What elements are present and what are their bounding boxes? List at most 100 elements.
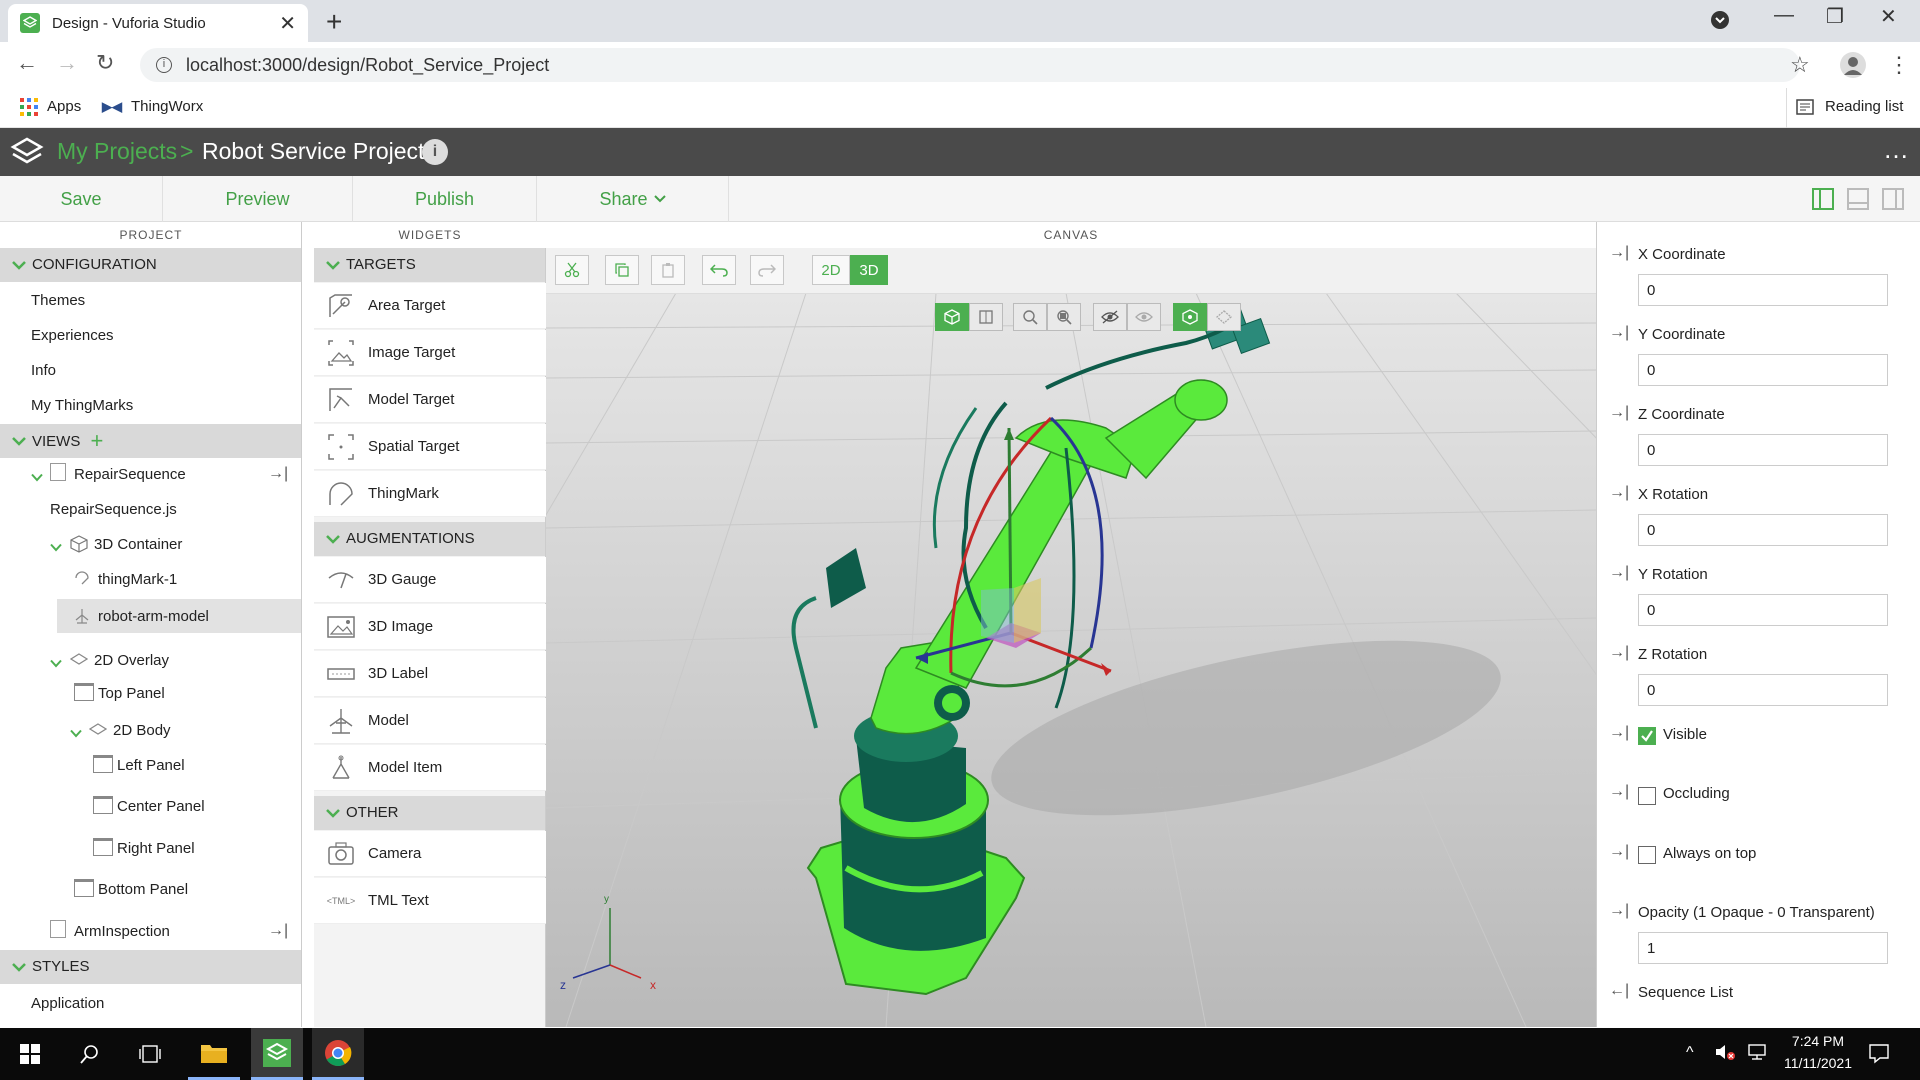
z-rotation-input[interactable] [1638, 674, 1888, 706]
bookmark-apps[interactable]: Apps [47, 98, 81, 115]
minimize-icon[interactable]: — [1774, 4, 1794, 27]
copy-icon[interactable] [605, 255, 639, 285]
bind-arrow-icon[interactable]: →| [1609, 843, 1629, 861]
y-rotation-input[interactable] [1638, 594, 1888, 626]
redo-icon[interactable] [750, 255, 784, 285]
search-icon[interactable] [64, 1028, 116, 1080]
tree-repair-sequence[interactable]: RepairSequence [74, 466, 186, 483]
navigate-view-icon[interactable]: →| [268, 465, 288, 483]
x-rotation-input[interactable] [1638, 514, 1888, 546]
styles-section[interactable]: STYLES [0, 950, 301, 984]
tree-bottom-panel[interactable]: Bottom Panel [98, 881, 188, 898]
back-icon[interactable]: ← [16, 50, 38, 76]
config-item-info[interactable]: Info [31, 362, 56, 379]
browser-tab[interactable]: Design - Vuforia Studio ✕ [8, 4, 308, 42]
vuforia-logo-icon[interactable] [10, 136, 44, 175]
chevron-down-icon[interactable] [50, 539, 62, 557]
browser-menu-icon[interactable]: ⋮ [1888, 52, 1910, 78]
profile-avatar[interactable] [1840, 52, 1866, 78]
bookmark-thingworx[interactable]: ThingWorx [131, 98, 203, 115]
widget-3d-label[interactable]: 3D Label [314, 651, 546, 697]
configuration-section[interactable]: CONFIGURATION [0, 248, 301, 282]
bind-arrow-icon[interactable]: →| [1609, 724, 1629, 742]
tree-left-panel[interactable]: Left Panel [117, 757, 185, 774]
z-coordinate-input[interactable] [1638, 434, 1888, 466]
add-view-icon[interactable]: + [91, 428, 104, 453]
tab-close-icon[interactable]: ✕ [279, 11, 296, 36]
config-item-experiences[interactable]: Experiences [31, 327, 114, 344]
tree-2d-body[interactable]: 2D Body [113, 722, 171, 739]
view-bounds-button[interactable] [969, 303, 1003, 331]
bind-arrow-icon[interactable]: →| [1609, 783, 1629, 801]
tree-thingmark[interactable]: thingMark-1 [98, 571, 177, 588]
widget-image-target[interactable]: Image Target [314, 330, 546, 376]
reading-list[interactable]: Reading list [1825, 98, 1903, 115]
opacity-input[interactable] [1638, 932, 1888, 964]
site-info-icon[interactable]: i [156, 57, 172, 73]
bind-arrow-icon[interactable]: →| [1609, 644, 1629, 662]
widget-model-item[interactable]: Model Item [314, 745, 546, 791]
breadcrumb-my-projects[interactable]: My Projects [57, 138, 177, 165]
widget-3d-gauge[interactable]: 3D Gauge [314, 557, 546, 603]
mode-3d-button[interactable]: 3D [850, 255, 888, 285]
augmentations-section[interactable]: AUGMENTATIONS [314, 522, 545, 556]
chrome-icon[interactable] [312, 1028, 364, 1080]
reload-icon[interactable]: ↻ [96, 50, 114, 76]
tree-2d-overlay[interactable]: 2D Overlay [94, 652, 169, 669]
cut-icon[interactable] [555, 255, 589, 285]
hide-icon[interactable] [1093, 303, 1127, 331]
targets-section[interactable]: TARGETS [314, 248, 545, 282]
zoom-selected-icon[interactable] [1047, 303, 1081, 331]
chevron-down-icon[interactable] [70, 725, 82, 743]
bind-arrow-icon[interactable]: →| [1609, 902, 1629, 920]
x-coordinate-input[interactable] [1638, 274, 1888, 306]
forward-icon[interactable]: → [56, 50, 78, 76]
config-item-thingmarks[interactable]: My ThingMarks [31, 397, 133, 414]
save-button[interactable]: Save [0, 176, 163, 222]
views-section[interactable]: VIEWS + [0, 424, 301, 458]
styles-application[interactable]: Application [31, 995, 104, 1012]
isolate-icon[interactable] [1173, 303, 1207, 331]
widget-thingmark[interactable]: ThingMark [314, 471, 546, 517]
layout-bottom-panel-icon[interactable] [1847, 188, 1869, 215]
reading-list-icon[interactable] [1796, 98, 1814, 120]
maximize-icon[interactable]: ❐ [1826, 4, 1844, 29]
chevron-down-icon[interactable] [31, 469, 43, 487]
bookmark-star-icon[interactable]: ☆ [1790, 52, 1810, 78]
share-button[interactable]: Share [537, 176, 729, 222]
tree-center-panel[interactable]: Center Panel [117, 798, 205, 815]
preview-button[interactable]: Preview [163, 176, 353, 222]
widget-area-target[interactable]: Area Target [314, 283, 546, 329]
url-field[interactable]: i localhost:3000/design/Robot_Service_Pr… [140, 48, 1800, 82]
more-options-icon[interactable]: … [1883, 134, 1910, 165]
canvas-viewport[interactable]: z x y [245, 248, 1920, 1028]
tree-arm-inspection[interactable]: ArmInspection [74, 923, 170, 940]
tray-chevron-up-icon[interactable]: ^ [1686, 1044, 1694, 1062]
taskbar-time[interactable]: 7:24 PM [1778, 1033, 1858, 1049]
project-info-icon[interactable]: i [422, 139, 448, 165]
layout-right-panel-icon[interactable] [1882, 188, 1904, 215]
tree-top-panel[interactable]: Top Panel [98, 685, 165, 702]
layout-left-panel-icon[interactable] [1812, 188, 1834, 215]
y-coordinate-input[interactable] [1638, 354, 1888, 386]
volume-muted-icon[interactable] [1714, 1042, 1736, 1067]
new-tab-icon[interactable]: + [326, 6, 342, 38]
bind-arrow-icon[interactable]: →| [1609, 564, 1629, 582]
task-view-icon[interactable] [124, 1028, 176, 1080]
widget-camera[interactable]: Camera [314, 831, 546, 877]
paste-icon[interactable] [651, 255, 685, 285]
file-explorer-icon[interactable] [188, 1028, 240, 1080]
visible-checkbox[interactable] [1638, 727, 1656, 745]
navigate-view-icon[interactable]: →| [268, 922, 288, 940]
tree-robot-arm-model[interactable]: robot-arm-model [98, 608, 209, 625]
vuforia-studio-taskbar-icon[interactable] [251, 1028, 303, 1080]
apps-grid-icon[interactable] [20, 98, 38, 120]
windows-start-icon[interactable] [4, 1028, 56, 1080]
bind-arrow-icon[interactable]: →| [1609, 244, 1629, 262]
publish-button[interactable]: Publish [353, 176, 537, 222]
occluding-checkbox[interactable] [1638, 787, 1656, 805]
mode-2d-button[interactable]: 2D [812, 255, 850, 285]
zoom-fit-icon[interactable] [1013, 303, 1047, 331]
widget-3d-image[interactable]: 3D Image [314, 604, 546, 650]
widget-tml-text[interactable]: <TML> TML Text [314, 878, 546, 924]
